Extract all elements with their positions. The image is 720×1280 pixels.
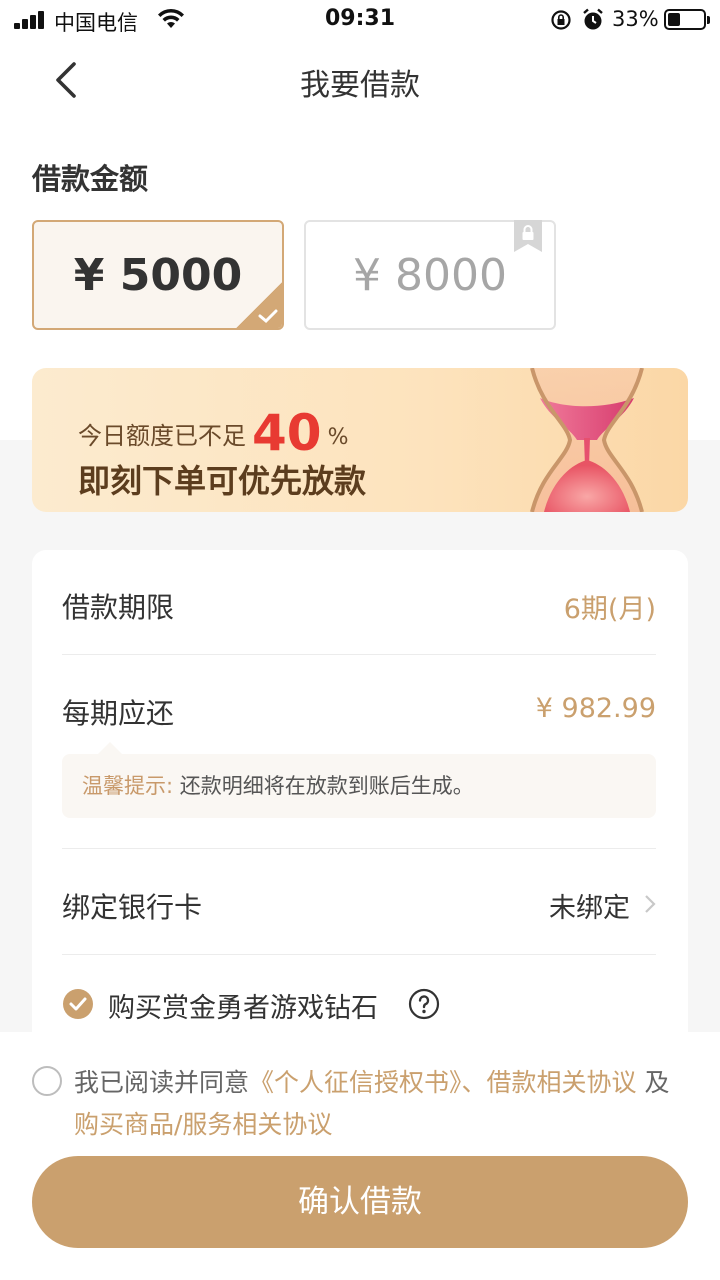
repayment-tip: 温馨提示: 还款明细将在放款到账后生成。 xyxy=(62,742,656,818)
bottom-panel: 我已阅读并同意《个人征信授权书》、借款相关协议 及 购买商品/服务相关协议 确认… xyxy=(0,1032,720,1280)
lock-icon xyxy=(514,220,542,252)
tip-prefix: 温馨提示: xyxy=(82,774,174,798)
divider xyxy=(62,654,656,655)
amount-option-8000[interactable]: ¥ 8000 xyxy=(304,220,556,330)
battery-percent: 33% xyxy=(612,7,659,31)
agreement-text: 我已阅读并同意《个人征信授权书》、借款相关协议 及 购买商品/服务相关协议 xyxy=(74,1068,670,1139)
tip-text: 还款明细将在放款到账后生成。 xyxy=(179,774,474,798)
term-label: 借款期限 xyxy=(62,591,175,624)
agreement-checkbox[interactable] xyxy=(32,1066,62,1096)
promo-banner: 今日额度已不足 40% 即刻下单可优先放款 xyxy=(32,368,688,512)
amount-option-text: ¥ 5000 xyxy=(73,249,243,301)
quota-percent: 40 xyxy=(252,404,322,462)
bank-card-label: 绑定银行卡 xyxy=(62,891,203,924)
confirm-loan-button[interactable]: 确认借款 xyxy=(32,1156,688,1248)
help-icon[interactable] xyxy=(408,988,440,1020)
selected-check-icon xyxy=(236,282,282,328)
term-value: 6期(月) xyxy=(563,594,656,625)
chevron-right-icon xyxy=(645,895,656,913)
diamond-purchase-checkbox[interactable] xyxy=(62,988,94,1020)
battery-icon xyxy=(664,9,710,30)
divider xyxy=(62,954,656,955)
status-bar: 中国电信 09:31 33% xyxy=(0,0,720,40)
loan-details-card: 借款期限 6期(月) 每期应还 ¥ 982.99 温馨提示: 还款明细将在放款到… xyxy=(32,550,688,1050)
bank-card-status: 未绑定 xyxy=(549,893,630,924)
diamond-purchase-label: 购买赏金勇者游戏钻石 xyxy=(108,993,378,1024)
rotation-lock-icon xyxy=(551,10,571,30)
installment-value: ¥ 982.99 xyxy=(535,693,656,724)
loan-amount-label: 借款金额 xyxy=(32,162,149,196)
amount-option-5000[interactable]: ¥ 5000 xyxy=(32,220,284,330)
amount-option-text: ¥ 8000 xyxy=(353,249,507,301)
installment-label: 每期应还 xyxy=(62,697,175,730)
quota-remaining-text: 今日额度已不足 40% xyxy=(78,404,349,462)
banner-headline: 即刻下单可优先放款 xyxy=(78,462,367,500)
hourglass-icon xyxy=(530,368,644,512)
credit-authorization-link[interactable]: 《个人征信授权书》、借款相关协议 xyxy=(249,1068,637,1097)
alarm-icon xyxy=(583,8,603,30)
page-title: 我要借款 xyxy=(300,68,420,103)
divider xyxy=(62,848,656,849)
service-agreement-link[interactable]: 购买商品/服务相关协议 xyxy=(74,1110,332,1139)
